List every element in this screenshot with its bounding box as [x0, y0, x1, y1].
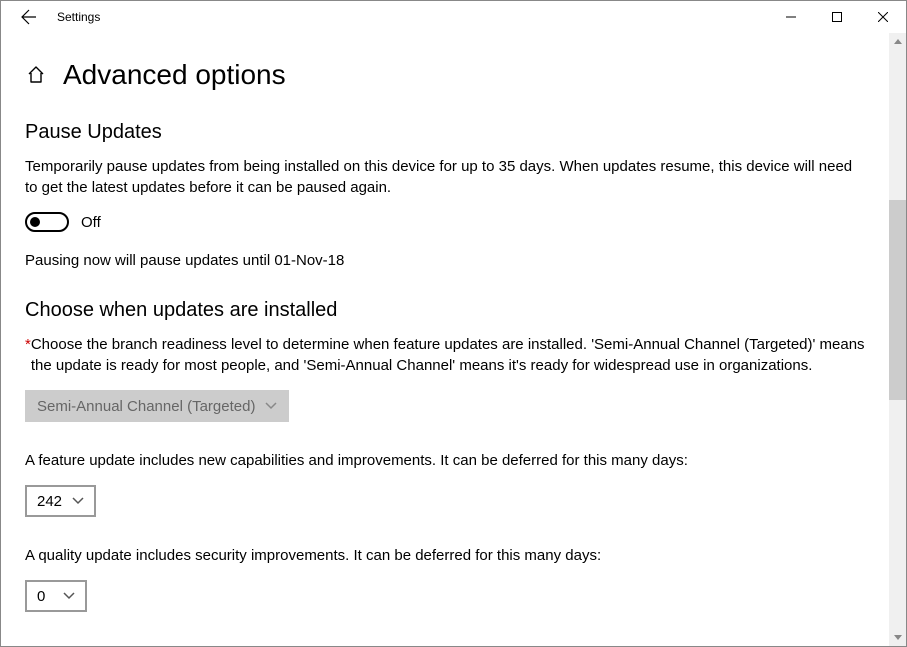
choose-heading: Choose when updates are installed [25, 299, 865, 322]
scroll-up-button[interactable] [889, 33, 906, 50]
quality-defer-value: 0 [37, 588, 45, 605]
chevron-down-icon [72, 497, 84, 505]
pause-footer: Pausing now will pause updates until 01-… [25, 250, 865, 271]
scroll-down-button[interactable] [889, 629, 906, 646]
titlebar: Settings [1, 1, 906, 33]
minimize-icon [786, 12, 796, 22]
close-button[interactable] [860, 1, 906, 33]
chevron-down-icon [894, 635, 902, 640]
quality-update-text: A quality update includes security impro… [25, 545, 865, 566]
branch-readiness-text: Choose the branch readiness level to det… [31, 334, 865, 376]
quality-defer-dropdown[interactable]: 0 [25, 580, 87, 612]
pause-updates-heading: Pause Updates [25, 121, 865, 144]
maximize-button[interactable] [814, 1, 860, 33]
pause-toggle-label: Off [81, 214, 101, 231]
scroll-track[interactable] [889, 50, 906, 629]
pause-toggle[interactable] [25, 212, 69, 232]
chevron-up-icon [894, 39, 902, 44]
feature-defer-dropdown[interactable]: 242 [25, 485, 96, 517]
vertical-scrollbar[interactable] [889, 33, 906, 646]
content-area: Advanced options Pause Updates Temporari… [1, 33, 889, 646]
scroll-thumb[interactable] [889, 200, 906, 400]
pause-description: Temporarily pause updates from being ins… [25, 156, 865, 198]
close-icon [878, 12, 888, 22]
minimize-button[interactable] [768, 1, 814, 33]
branch-readiness-value: Semi-Annual Channel (Targeted) [37, 398, 255, 415]
back-button[interactable] [9, 1, 49, 33]
feature-update-text: A feature update includes new capabiliti… [25, 450, 865, 471]
maximize-icon [832, 12, 842, 22]
toggle-knob [30, 217, 40, 227]
page-title: Advanced options [63, 59, 286, 91]
feature-defer-value: 242 [37, 493, 62, 510]
branch-readiness-dropdown: Semi-Annual Channel (Targeted) [25, 390, 289, 422]
arrow-left-icon [21, 9, 37, 25]
window-title: Settings [57, 10, 100, 24]
chevron-down-icon [265, 402, 277, 410]
home-icon[interactable] [25, 64, 47, 86]
chevron-down-icon [63, 592, 75, 600]
